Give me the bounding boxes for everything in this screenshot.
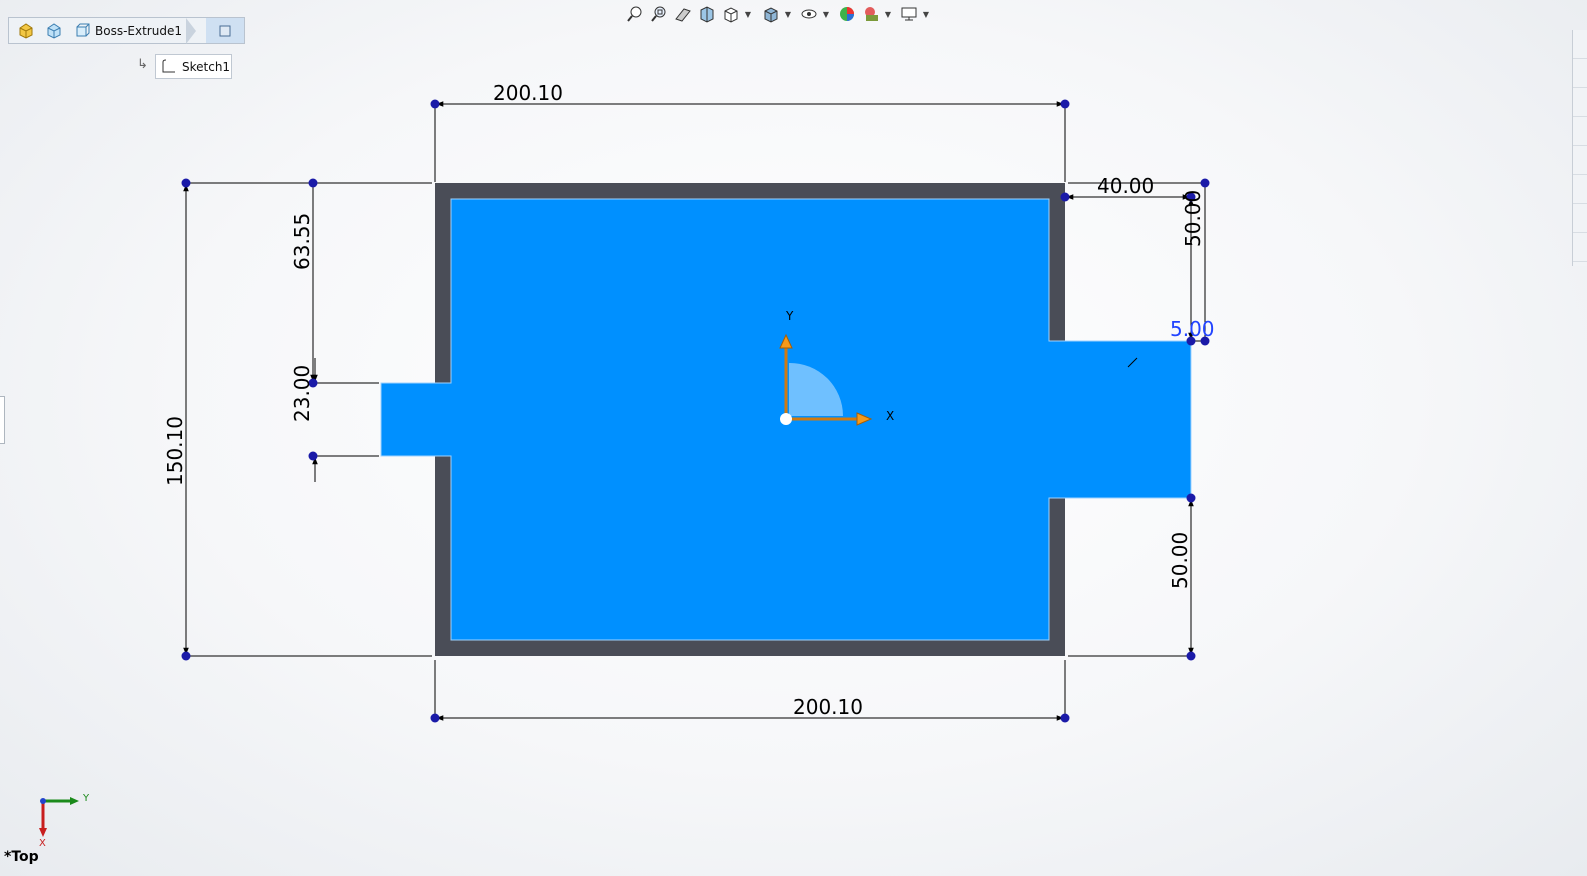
view-orientation-label: *Top: [4, 849, 39, 865]
hide-show-caret-icon[interactable]: ▼: [822, 10, 830, 19]
previous-view-icon[interactable]: [672, 3, 694, 25]
home-icon[interactable]: [1573, 59, 1587, 88]
dim-right-tab-width[interactable]: 40.00: [1097, 174, 1154, 198]
sketch-icon: [162, 59, 175, 72]
display-style-icon[interactable]: [760, 3, 782, 25]
sketch-point[interactable]: [430, 99, 440, 109]
view-orientation-icon[interactable]: [720, 3, 742, 25]
boss-extrude-label[interactable]: Boss-Extrude1: [95, 24, 182, 38]
sketch-plane-button[interactable]: [206, 18, 244, 43]
origin-y-label: Y: [785, 309, 794, 323]
apply-scene-caret-icon[interactable]: ▼: [884, 10, 892, 19]
view-settings-caret-icon[interactable]: ▼: [922, 10, 930, 19]
sketch-point[interactable]: [1060, 192, 1070, 202]
sketch-point[interactable]: [1186, 493, 1196, 503]
view-palette-icon[interactable]: [1573, 146, 1587, 175]
forum-icon[interactable]: [1573, 233, 1587, 262]
sketch-point[interactable]: [181, 178, 191, 188]
dim-overall-height[interactable]: 150.10: [163, 416, 187, 486]
zoom-to-area-icon[interactable]: [648, 3, 670, 25]
zoom-to-fit-icon[interactable]: [624, 3, 646, 25]
extension-lines: [186, 104, 1205, 718]
section-view-icon[interactable]: [696, 3, 718, 25]
sketch-point[interactable]: [308, 378, 318, 388]
task-pane-tabs: [1572, 30, 1587, 266]
breadcrumb-separator: [185, 17, 196, 44]
view-settings-icon[interactable]: [898, 3, 920, 25]
dim-right-top-offset[interactable]: 50.00: [1181, 190, 1205, 247]
dim-left-tab-height[interactable]: 23.00: [290, 365, 314, 422]
sketch-point[interactable]: [430, 713, 440, 723]
body-icon[interactable]: [43, 20, 65, 42]
sketch-label[interactable]: Sketch1: [182, 60, 230, 74]
solidworks-resources-icon[interactable]: [1573, 30, 1587, 59]
dim-bottom-width[interactable]: 200.10: [793, 695, 863, 719]
dim-right-tab-gap[interactable]: 5.00: [1170, 317, 1215, 341]
breadcrumb: Boss-Extrude1: [8, 17, 245, 44]
sketch-region[interactable]: [380, 198, 1192, 641]
file-explorer-icon[interactable]: [1573, 117, 1587, 146]
display-style-caret-icon[interactable]: ▼: [784, 10, 792, 19]
origin-x-label: X: [886, 409, 894, 423]
reference-triad: Y X: [39, 793, 90, 849]
sketch-origin: Y X: [779, 309, 894, 426]
part-icon[interactable]: [15, 20, 37, 42]
sketch-point[interactable]: [1186, 192, 1196, 202]
triad-y-label: Y: [82, 793, 90, 804]
child-arrow-icon: ↳: [137, 57, 148, 72]
dim-left-offset[interactable]: 63.55: [290, 213, 314, 270]
heads-up-toolbar: ▼ ▼ ▼ ▼ ▼: [624, 3, 930, 25]
sketch-point[interactable]: [1186, 651, 1196, 661]
sketch-point[interactable]: [308, 451, 318, 461]
sketch-point[interactable]: [1200, 178, 1210, 188]
graphics-area: 200.10 200.10 40.00 150.10 63.55 23.00 5…: [39, 81, 1215, 849]
sketch-point[interactable]: [1200, 336, 1210, 346]
edit-appearance-icon[interactable]: [836, 3, 858, 25]
sketch-point[interactable]: [1060, 99, 1070, 109]
design-library-icon[interactable]: [1573, 88, 1587, 117]
dimension-lines: [183, 101, 1206, 721]
triad-x-label: X: [39, 838, 46, 849]
sketch-point[interactable]: [308, 178, 318, 188]
sketch-points: [181, 99, 1210, 723]
custom-properties-icon[interactable]: [1573, 204, 1587, 233]
feature-manager-toggle[interactable]: [0, 396, 5, 444]
boss-extrude-icon[interactable]: [71, 20, 93, 42]
dim-top-width[interactable]: 200.10: [493, 81, 563, 105]
sketch-point[interactable]: [1186, 336, 1196, 346]
hide-show-items-icon[interactable]: [798, 3, 820, 25]
apply-scene-icon[interactable]: [860, 3, 882, 25]
sketch-point[interactable]: [1060, 713, 1070, 723]
sketch-outline[interactable]: [381, 183, 1191, 656]
sketch-point[interactable]: [181, 651, 191, 661]
view-orientation-caret-icon[interactable]: ▼: [744, 10, 752, 19]
dim-right-bottom-offset[interactable]: 50.00: [1168, 532, 1192, 589]
sketch-plane-icon: [219, 25, 231, 36]
appearances-icon[interactable]: [1573, 175, 1587, 204]
sketch-crumb[interactable]: Sketch1: [155, 54, 232, 79]
